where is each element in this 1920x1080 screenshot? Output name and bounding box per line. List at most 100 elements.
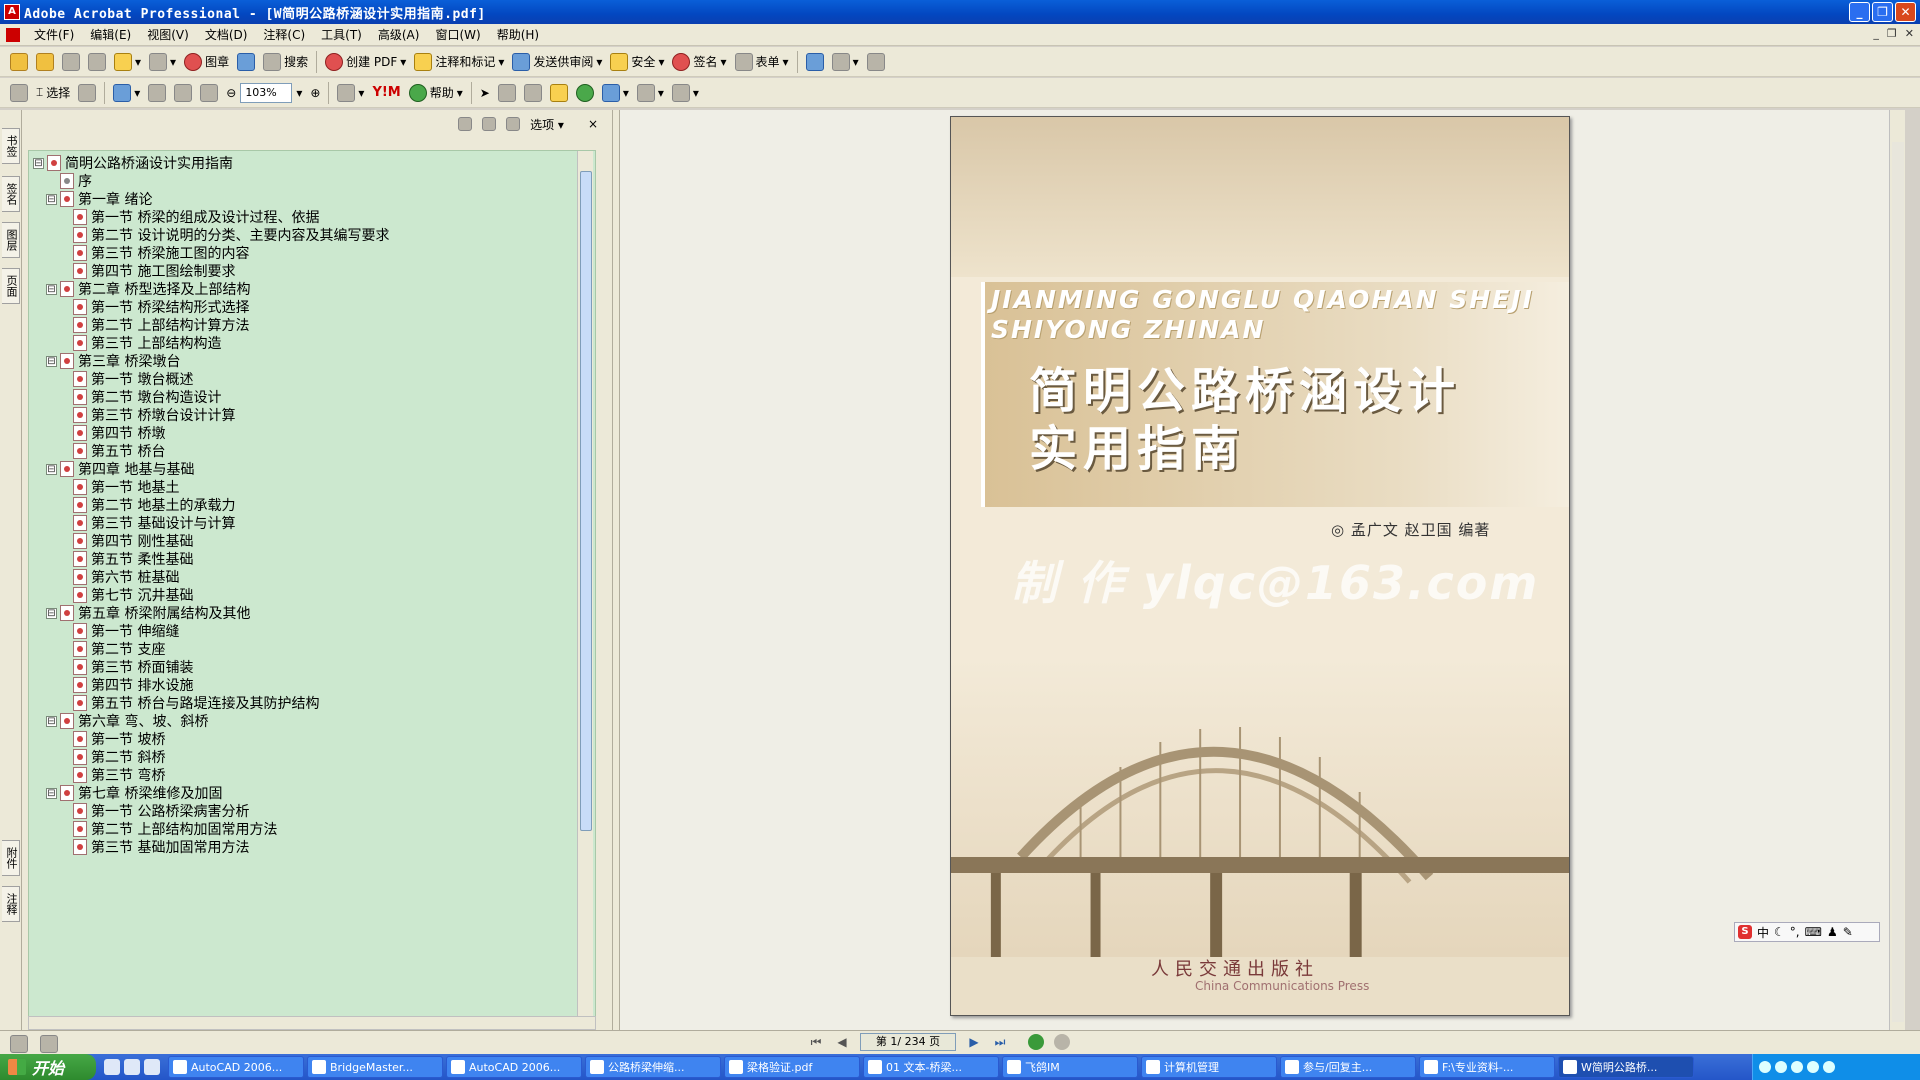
previous-page-button[interactable]: ◀ [834, 1034, 850, 1050]
fit-width-button[interactable] [196, 81, 222, 105]
expand-bookmark-icon[interactable] [506, 117, 521, 131]
document-scroll-thumb[interactable] [1892, 142, 1904, 1022]
taskbar-button[interactable]: 飞鸽IM [1002, 1056, 1138, 1078]
collapse-toggle-icon[interactable]: ⊟ [46, 607, 57, 619]
panel-splitter[interactable] [612, 110, 620, 1030]
forms-button[interactable]: 表单 ▾ [731, 50, 793, 74]
next-page-button[interactable]: ▶ [966, 1034, 982, 1050]
security-button[interactable]: 安全 ▾ [606, 50, 668, 74]
bookmark-horizontal-scrollbar[interactable] [28, 1016, 596, 1030]
first-page-button[interactable]: ⏮ [808, 1034, 824, 1050]
menu-file[interactable]: 文件(F) [26, 26, 82, 43]
collapse-toggle-icon[interactable]: ⊟ [46, 787, 57, 799]
excel-icon[interactable] [124, 1059, 140, 1075]
menu-window[interactable]: 窗口(W) [427, 26, 488, 43]
ime-toolbar[interactable]: S 中 ☾ °, ⌨ ♟ ✎ [1734, 922, 1880, 942]
moon-icon[interactable]: ☾ [1774, 925, 1785, 939]
sign-button[interactable]: 签名 ▾ [668, 50, 730, 74]
collapse-toggle-icon[interactable]: ⊟ [33, 157, 44, 169]
keyboard-icon[interactable]: ⌨ [1805, 925, 1822, 939]
tab-comments[interactable]: 注释 [2, 886, 20, 922]
taskbar-button[interactable]: 参与/回复主... [1280, 1056, 1416, 1078]
menu-help[interactable]: 帮助(H) [489, 26, 547, 43]
close-button[interactable]: ✕ [1895, 2, 1916, 22]
ie-icon[interactable] [104, 1059, 120, 1075]
menu-tools[interactable]: 工具(T) [313, 26, 370, 43]
delete-bookmark-icon[interactable] [458, 117, 473, 131]
web-button[interactable] [233, 50, 259, 74]
bookmark-item[interactable]: 第三节 基础加固常用方法 [73, 836, 249, 858]
tray-volume-icon[interactable] [1791, 1061, 1803, 1073]
user-icon[interactable]: ♟ [1827, 925, 1838, 939]
collapse-toggle-icon[interactable]: ⊟ [46, 355, 57, 367]
taskbar-button[interactable]: AutoCAD 2006... [446, 1056, 582, 1078]
zoom-in-button[interactable]: ⊕ [306, 81, 324, 105]
taskbar-button[interactable]: 计算机管理 [1141, 1056, 1277, 1078]
sogou-icon[interactable]: S [1738, 925, 1752, 939]
pointer-button[interactable]: ➤ [476, 81, 494, 105]
save-button[interactable] [58, 50, 84, 74]
taskbar-button[interactable]: AutoCAD 2006... [168, 1056, 304, 1078]
create-pdf-button[interactable]: 创建 PDF ▾ [321, 50, 410, 74]
spellcheck-button[interactable] [802, 50, 828, 74]
minimize-button[interactable]: _ [1849, 2, 1870, 22]
movie-button[interactable]: ▾ [633, 81, 668, 105]
tab-layers[interactable]: 图层 [2, 222, 20, 258]
tray-sogou-icon[interactable] [1759, 1061, 1771, 1073]
taskbar-button[interactable]: 梁格验证.pdf [724, 1056, 860, 1078]
bookmark-scrollbar[interactable] [577, 151, 593, 1017]
previous-view-button[interactable] [1028, 1034, 1044, 1050]
next-view-button[interactable] [1054, 1034, 1070, 1050]
touchup-button[interactable] [572, 81, 598, 105]
tray-update-icon[interactable] [1823, 1061, 1835, 1073]
new-bookmark-icon[interactable] [482, 117, 497, 131]
print-button[interactable] [84, 50, 110, 74]
taskbar-button[interactable]: 公路桥梁伸缩... [585, 1056, 721, 1078]
youdao-button[interactable]: Y!M [368, 81, 404, 105]
open-button[interactable] [6, 50, 32, 74]
page-number-field[interactable]: 第 1/ 234 页 [860, 1033, 956, 1051]
text-select-button[interactable] [494, 81, 520, 105]
tab-bookmarks[interactable]: 书签 [2, 128, 20, 164]
ime-mode-label[interactable]: 中 [1757, 924, 1769, 941]
continuous-icon[interactable] [40, 1035, 58, 1053]
document-icon[interactable] [6, 27, 20, 42]
snapshot-button[interactable] [74, 81, 100, 105]
taskbar-button[interactable]: W简明公路桥... [1558, 1056, 1694, 1078]
tray-network-icon[interactable] [1775, 1061, 1787, 1073]
start-button[interactable]: 开始 [0, 1054, 96, 1080]
email-button[interactable]: ▾ [110, 50, 145, 74]
close-panel-button[interactable]: × [588, 117, 598, 131]
tray-security-icon[interactable] [1807, 1061, 1819, 1073]
comment-markup-button[interactable]: 注释和标记 ▾ [410, 50, 508, 74]
text-field-button[interactable]: ▾ [668, 81, 703, 105]
send-review-button[interactable]: 发送供审阅 ▾ [508, 50, 606, 74]
doc-close-button[interactable]: ✕ [1905, 27, 1914, 40]
last-page-button[interactable]: ⏭ [992, 1034, 1008, 1050]
punctuation-icon[interactable]: °, [1790, 925, 1800, 939]
taskbar-button[interactable]: F:\专业资料-... [1419, 1056, 1555, 1078]
zoom-tool-button[interactable]: ▾ [109, 81, 144, 105]
word-icon[interactable] [144, 1059, 160, 1075]
taskbar-button[interactable]: BridgeMaster... [307, 1056, 443, 1078]
attach-button[interactable]: ▾ [145, 50, 180, 74]
collapse-toggle-icon[interactable]: ⊟ [46, 463, 57, 475]
rotate-button[interactable]: ▾ [333, 81, 368, 105]
options-menu[interactable]: 选项 ▾ [530, 116, 564, 133]
menu-edit[interactable]: 编辑(E) [82, 26, 139, 43]
zoom-dropdown[interactable]: ▾ [292, 81, 306, 105]
color-button[interactable]: ▾ [598, 81, 633, 105]
menu-advanced[interactable]: 高级(A) [370, 26, 428, 43]
menu-view[interactable]: 视图(V) [139, 26, 197, 43]
hand-tool-button[interactable] [6, 81, 32, 105]
help-button[interactable]: 帮助 ▾ [405, 81, 467, 105]
collapse-toggle-icon[interactable]: ⊟ [46, 283, 57, 295]
document-scrollbar[interactable] [1889, 110, 1905, 1030]
tab-signatures[interactable]: 签名 [2, 176, 20, 212]
tab-attachments[interactable]: 附件 [2, 840, 20, 876]
collapse-toggle-icon[interactable]: ⊟ [46, 715, 57, 727]
organizer-button[interactable] [32, 50, 58, 74]
bookmark-scroll-thumb[interactable] [580, 171, 592, 831]
acrobat-app-icon[interactable]: A [4, 4, 20, 20]
undo-button[interactable]: ▾ [828, 50, 863, 74]
